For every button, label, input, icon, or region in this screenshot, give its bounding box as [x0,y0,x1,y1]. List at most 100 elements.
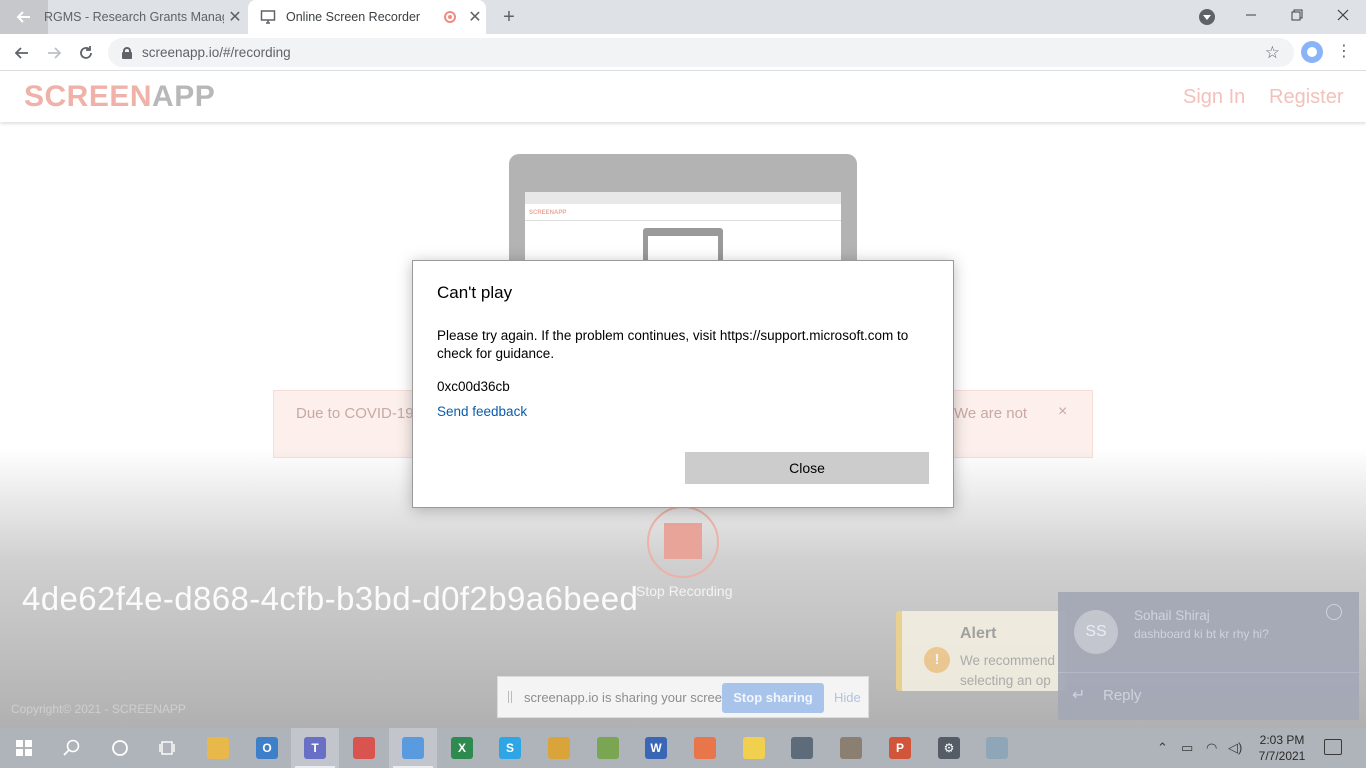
notes-icon [597,737,619,759]
tab-rgms[interactable]: RGMS - Research Grants Manage ✕ [0,0,246,34]
cant-play-dialog: Can't play Please try again. If the prob… [412,260,954,508]
teams-icon: T [304,737,326,759]
cortana-icon [112,740,128,756]
tab-close-icon[interactable]: ✕ [224,7,246,27]
bookmark-star-icon[interactable]: ☆ [1265,43,1280,63]
error-code: 0xc00d36cb [437,379,510,394]
sharing-status-text: screenapp.io is sharing your screen. [524,690,733,705]
taskbar-app-teams[interactable]: T [291,728,339,768]
taskbar-app-word[interactable]: W [632,728,680,768]
tab-title: RGMS - Research Grants Manage [44,10,224,24]
tab-close-icon[interactable]: ✕ [464,7,486,27]
register-link[interactable]: Register [1269,86,1343,109]
chrome-profile-icon [402,737,424,759]
new-tab-button[interactable]: + [498,6,520,28]
alert-text-line: We recommend [960,653,1056,668]
address-bar[interactable]: screenapp.io/#/recording ☆ [108,38,1294,67]
windows-taskbar: O T X S W P ⚙ ⌃ ▭ ◠ ◁) 2:03 PM 7/7/2021 [0,728,1366,768]
alert-text-line: selecting an op [960,673,1051,688]
chat-divider [1058,672,1359,673]
taskbar-app-chrome[interactable] [340,728,388,768]
outlook-icon: O [256,737,278,759]
reply-icon: ↵ [1072,687,1086,704]
wifi-icon[interactable]: ◠ [1206,740,1217,756]
copyright-text: Copyright© 2021 - SCREENAPP [11,702,186,716]
taskbar-app-window[interactable] [778,728,826,768]
chat-notification[interactable]: SS Sohail Shiraj dashboard ki bt kr rhy … [1058,592,1359,720]
word-icon: W [645,737,667,759]
alert-toast: ! Alert We recommend selecting an op [896,611,1066,691]
site-header: SCREENAPP Sign In Register [0,72,1366,122]
taskbar-app-media[interactable] [681,728,729,768]
taskbar-app-powerpoint[interactable]: P [876,728,924,768]
taskbar-app-outlook[interactable]: O [243,728,291,768]
taskbar-app-files[interactable] [535,728,583,768]
windows-icon [16,740,32,756]
taskbar-app-file-explorer[interactable] [194,728,242,768]
volume-icon[interactable]: ◁) [1228,740,1242,756]
taskbar-app-sticky-notes[interactable] [730,728,778,768]
alert-text: We recommend selecting an op [960,651,1066,691]
screenapp-logo[interactable]: SCREENAPP [24,80,215,114]
lock-icon [122,46,132,59]
covid-notice-text-end: We are not [954,405,1028,422]
cortana-button[interactable] [96,728,144,768]
sign-in-link[interactable]: Sign In [1183,86,1245,109]
restore-button[interactable] [1274,0,1320,30]
extension-icon[interactable] [1301,41,1323,63]
recording-id: 4de62f4e-d868-4cfb-b3bd-d0f2b9a6beed [22,580,639,617]
mini-logo: SCREENAPP [529,210,567,216]
mini-divider [525,220,841,221]
forward-icon[interactable] [41,40,67,66]
laptop-preview: SCREENAPP [509,154,857,274]
taskbar-app-notes[interactable] [584,728,632,768]
minimize-button[interactable] [1228,0,1274,30]
monitor-icon [260,9,276,25]
chrome-icon [353,737,375,759]
back-icon[interactable] [9,40,35,66]
taskbar-app-tools[interactable] [827,728,875,768]
start-button[interactable] [0,728,48,768]
system-clock[interactable]: 2:03 PM 7/7/2021 [1252,732,1312,764]
notification-center-icon[interactable] [1324,739,1342,755]
logo-part-app: APP [152,80,216,113]
file-explorer-icon [207,737,229,759]
chat-bubble-icon [1326,604,1342,620]
send-feedback-link[interactable]: Send feedback [437,404,527,419]
powerpoint-icon: P [889,737,911,759]
stop-recording-label: Stop Recording [636,583,733,599]
excel-icon: X [451,737,473,759]
search-icon [63,739,80,756]
search-button[interactable] [48,728,96,768]
app-icon [986,737,1008,759]
browser-tab-strip: RGMS - Research Grants Manage ✕ Online S… [0,0,1366,34]
chevron-up-icon[interactable]: ⌃ [1157,740,1168,756]
reload-icon[interactable] [73,40,99,66]
settings-icon: ⚙ [938,737,960,759]
alert-title: Alert [960,625,997,642]
taskbar-app-chrome-profile[interactable] [389,728,437,768]
files-icon [548,737,570,759]
tab-search-icon[interactable] [1199,9,1215,25]
back-arrow-icon[interactable] [0,0,48,34]
clock-time: 2:03 PM [1259,733,1305,747]
close-button[interactable]: Close [685,452,929,484]
drag-handle-icon[interactable] [508,691,512,703]
reply-button[interactable]: Reply [1103,687,1141,704]
close-icon[interactable]: × [1058,403,1067,421]
clock-date: 7/7/2021 [1258,749,1306,763]
skype-icon: S [499,737,521,759]
tab-online-screen-recorder[interactable]: Online Screen Recorder ✕ [248,0,486,34]
browser-menu-icon[interactable]: ⋮ [1336,41,1352,63]
taskbar-app-settings[interactable]: ⚙ [925,728,973,768]
stop-sharing-button[interactable]: Stop sharing [722,683,824,713]
recording-indicator-icon [444,11,456,23]
taskbar-app-skype[interactable]: S [486,728,534,768]
hide-button[interactable]: Hide [834,690,861,705]
taskbar-app-app[interactable] [973,728,1021,768]
taskbar-app-excel[interactable]: X [438,728,486,768]
battery-icon[interactable]: ▭ [1181,740,1193,756]
task-view-button[interactable] [144,728,192,768]
close-window-button[interactable] [1320,0,1366,30]
stop-square-icon[interactable] [664,523,702,559]
